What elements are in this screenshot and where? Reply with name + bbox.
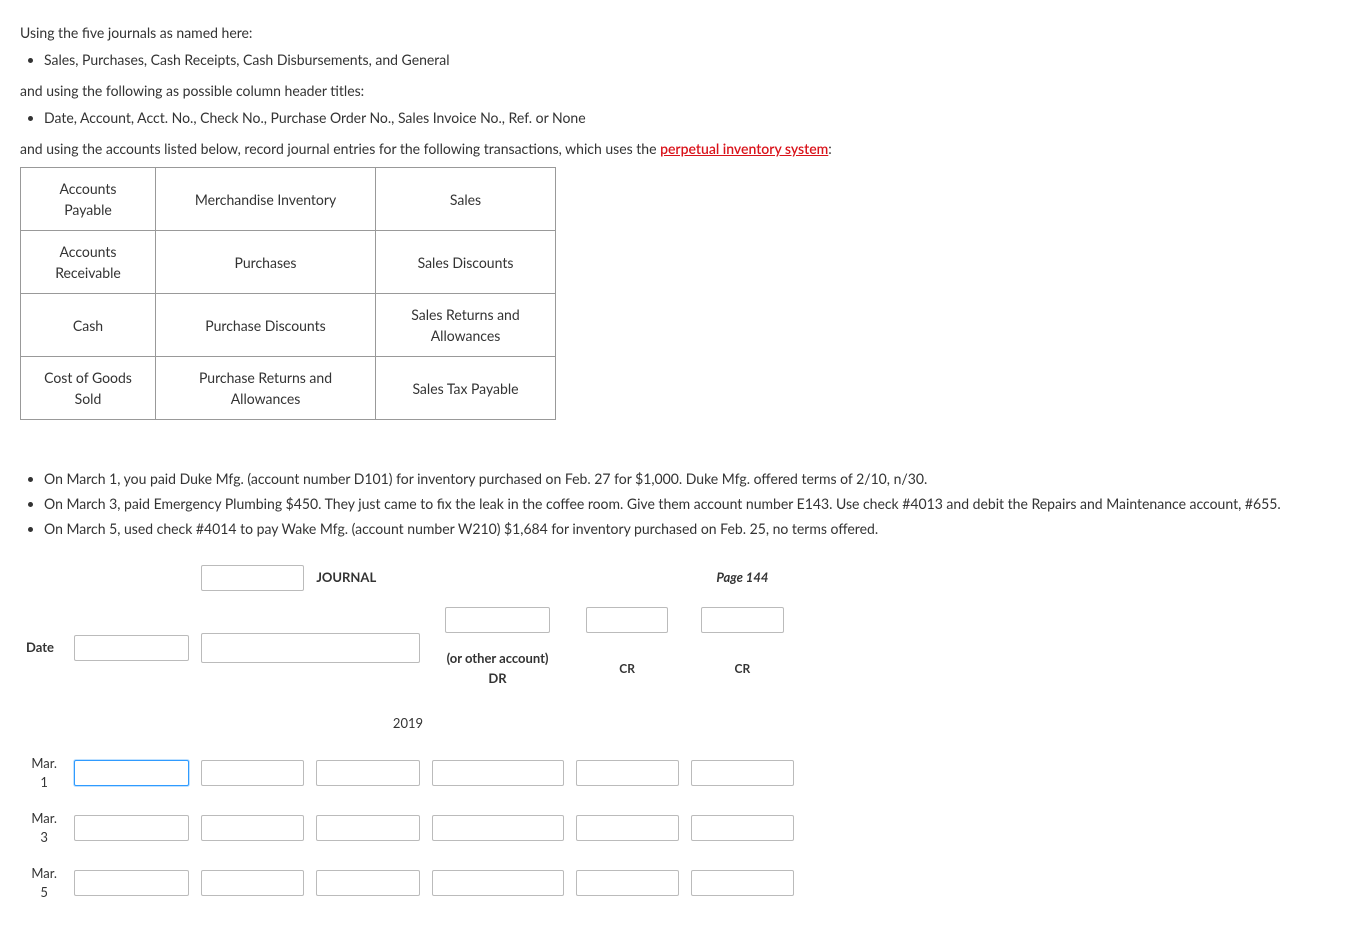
accounts-cell: Cost of Goods Sold bbox=[21, 357, 156, 420]
accounts-cell: Merchandise Inventory bbox=[156, 168, 376, 231]
accounts-cell: Cash bbox=[21, 294, 156, 357]
entry-input-col5[interactable] bbox=[576, 815, 679, 841]
entry-input-col4[interactable] bbox=[432, 815, 564, 841]
perpetual-inventory-system-link[interactable]: perpetual inventory system bbox=[660, 140, 828, 157]
header-other-account-line2: DR bbox=[488, 670, 506, 686]
header-col4-input[interactable] bbox=[445, 607, 551, 633]
header-cr2-label: CR bbox=[735, 661, 751, 676]
accounts-cell: Purchase Returns and Allowances bbox=[156, 357, 376, 420]
accounts-cell: Accounts Payable bbox=[21, 168, 156, 231]
entry-input-col3[interactable] bbox=[316, 815, 419, 841]
table-row: Accounts Payable Merchandise Inventory S… bbox=[21, 168, 556, 231]
entry-input-col6[interactable] bbox=[691, 870, 794, 896]
entry-input-col1[interactable] bbox=[74, 815, 189, 841]
entry-input-col2[interactable] bbox=[201, 815, 304, 841]
entry-input-col6[interactable] bbox=[691, 760, 794, 786]
transaction-item: On March 1, you paid Duke Mfg. (account … bbox=[44, 468, 1331, 489]
journal-year-row: 2019 bbox=[20, 696, 800, 746]
accounts-cell: Purchase Discounts bbox=[156, 294, 376, 357]
entry-input-col5[interactable] bbox=[576, 870, 679, 896]
header-col1-input[interactable] bbox=[74, 635, 189, 661]
table-row: Cost of Goods Sold Purchase Returns and … bbox=[21, 357, 556, 420]
transaction-item: On March 5, used check #4014 to pay Wake… bbox=[44, 518, 1331, 539]
header-cr1-label: CR bbox=[619, 661, 635, 676]
intro-bullet-2: Date, Account, Acct. No., Check No., Pur… bbox=[44, 107, 1331, 128]
header-date-label: Date bbox=[26, 639, 54, 655]
entry-input-col2[interactable] bbox=[201, 870, 304, 896]
entry-input-col4[interactable] bbox=[432, 870, 564, 896]
journal-label: JOURNAL bbox=[316, 569, 376, 585]
header-col6-input[interactable] bbox=[701, 607, 784, 633]
header-col5-input[interactable] bbox=[586, 607, 669, 633]
accounts-cell: Accounts Receivable bbox=[21, 231, 156, 294]
accounts-cell: Purchases bbox=[156, 231, 376, 294]
accounts-table: Accounts Payable Merchandise Inventory S… bbox=[20, 167, 556, 420]
journal-entry-row: Mar. 3 bbox=[20, 801, 800, 856]
journal-entry-row: Mar. 5 bbox=[20, 856, 800, 911]
accounts-cell: Sales Returns and Allowances bbox=[376, 294, 556, 357]
entry-input-col2[interactable] bbox=[201, 760, 304, 786]
intro-line-3-post: : bbox=[828, 140, 832, 157]
entry-input-col1[interactable] bbox=[74, 870, 189, 896]
intro-line-2: and using the following as possible colu… bbox=[20, 80, 1331, 101]
journal-name-input[interactable] bbox=[201, 565, 304, 591]
entry-date: Mar. 5 bbox=[31, 865, 57, 901]
header-col2-input[interactable] bbox=[201, 633, 419, 663]
intro-line-3-pre: and using the accounts listed below, rec… bbox=[20, 140, 660, 157]
entry-input-col5[interactable] bbox=[576, 760, 679, 786]
entry-input-col3[interactable] bbox=[316, 760, 419, 786]
accounts-cell: Sales Tax Payable bbox=[376, 357, 556, 420]
entry-input-col3[interactable] bbox=[316, 870, 419, 896]
transactions-list: On March 1, you paid Duke Mfg. (account … bbox=[20, 468, 1331, 539]
journal-year: 2019 bbox=[393, 715, 423, 731]
entry-input-col1[interactable] bbox=[74, 760, 189, 786]
intro-bullet-1: Sales, Purchases, Cash Receipts, Cash Di… bbox=[44, 49, 1331, 70]
journal-header-row: Date bbox=[20, 599, 800, 641]
entry-date: Mar. 1 bbox=[31, 755, 57, 791]
intro-bullet-list-1: Sales, Purchases, Cash Receipts, Cash Di… bbox=[20, 49, 1331, 70]
accounts-cell: Sales Discounts bbox=[376, 231, 556, 294]
journal-page-label: Page 144 bbox=[716, 569, 768, 585]
header-other-account-line1: (or other account) bbox=[447, 650, 549, 666]
journal-title-row: JOURNAL Page 144 bbox=[20, 557, 800, 599]
entry-date: Mar. 3 bbox=[31, 810, 57, 846]
intro-bullet-list-2: Date, Account, Acct. No., Check No., Pur… bbox=[20, 107, 1331, 128]
entry-input-col4[interactable] bbox=[432, 760, 564, 786]
journal-entry-row: Mar. 1 bbox=[20, 746, 800, 801]
entry-input-col6[interactable] bbox=[691, 815, 794, 841]
transaction-item: On March 3, paid Emergency Plumbing $450… bbox=[44, 493, 1331, 514]
table-row: Accounts Receivable Purchases Sales Disc… bbox=[21, 231, 556, 294]
intro-line-3: and using the accounts listed below, rec… bbox=[20, 138, 1331, 159]
accounts-cell: Sales bbox=[376, 168, 556, 231]
intro-line-1: Using the five journals as named here: bbox=[20, 22, 1331, 43]
journal-area: JOURNAL Page 144 Date (or other account)… bbox=[20, 557, 800, 911]
table-row: Cash Purchase Discounts Sales Returns an… bbox=[21, 294, 556, 357]
